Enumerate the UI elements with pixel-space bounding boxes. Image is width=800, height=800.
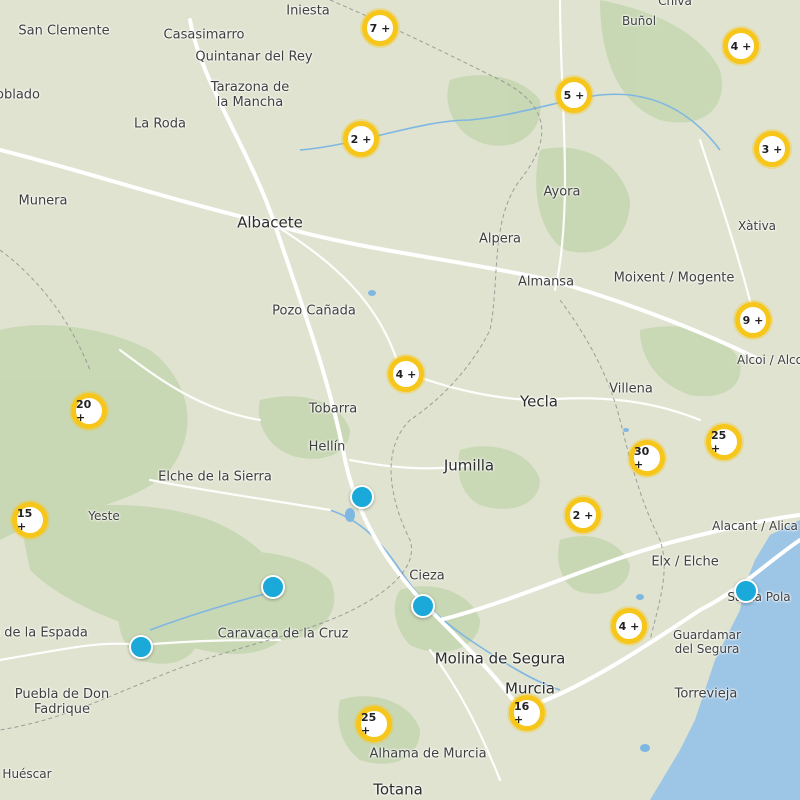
- map-base-layer: [0, 0, 800, 800]
- cluster-marker[interactable]: 4 +: [611, 608, 647, 644]
- cluster-marker[interactable]: 5 +: [556, 77, 592, 113]
- cluster-marker[interactable]: 25 +: [356, 706, 392, 742]
- cluster-marker[interactable]: 30 +: [629, 440, 665, 476]
- map-canvas[interactable]: Iniesta Buñol Chiva San Clemente Casasimarro…: [0, 0, 800, 800]
- location-marker[interactable]: [734, 579, 758, 603]
- cluster-marker[interactable]: 15 +: [12, 502, 48, 538]
- location-marker[interactable]: [129, 635, 153, 659]
- location-marker[interactable]: [261, 575, 285, 599]
- cluster-marker[interactable]: 2 +: [565, 497, 601, 533]
- cluster-marker[interactable]: 2 +: [343, 121, 379, 157]
- cluster-marker[interactable]: 20 +: [71, 393, 107, 429]
- location-marker[interactable]: [350, 485, 374, 509]
- cluster-marker[interactable]: 3 +: [754, 131, 790, 167]
- cluster-marker[interactable]: 4 +: [723, 28, 759, 64]
- location-marker[interactable]: [411, 594, 435, 618]
- cluster-marker[interactable]: 7 +: [362, 10, 398, 46]
- cluster-marker[interactable]: 9 +: [735, 302, 771, 338]
- cluster-marker[interactable]: 25 +: [706, 424, 742, 460]
- cluster-marker[interactable]: 4 +: [388, 356, 424, 392]
- cluster-marker[interactable]: 16 +: [509, 695, 545, 731]
